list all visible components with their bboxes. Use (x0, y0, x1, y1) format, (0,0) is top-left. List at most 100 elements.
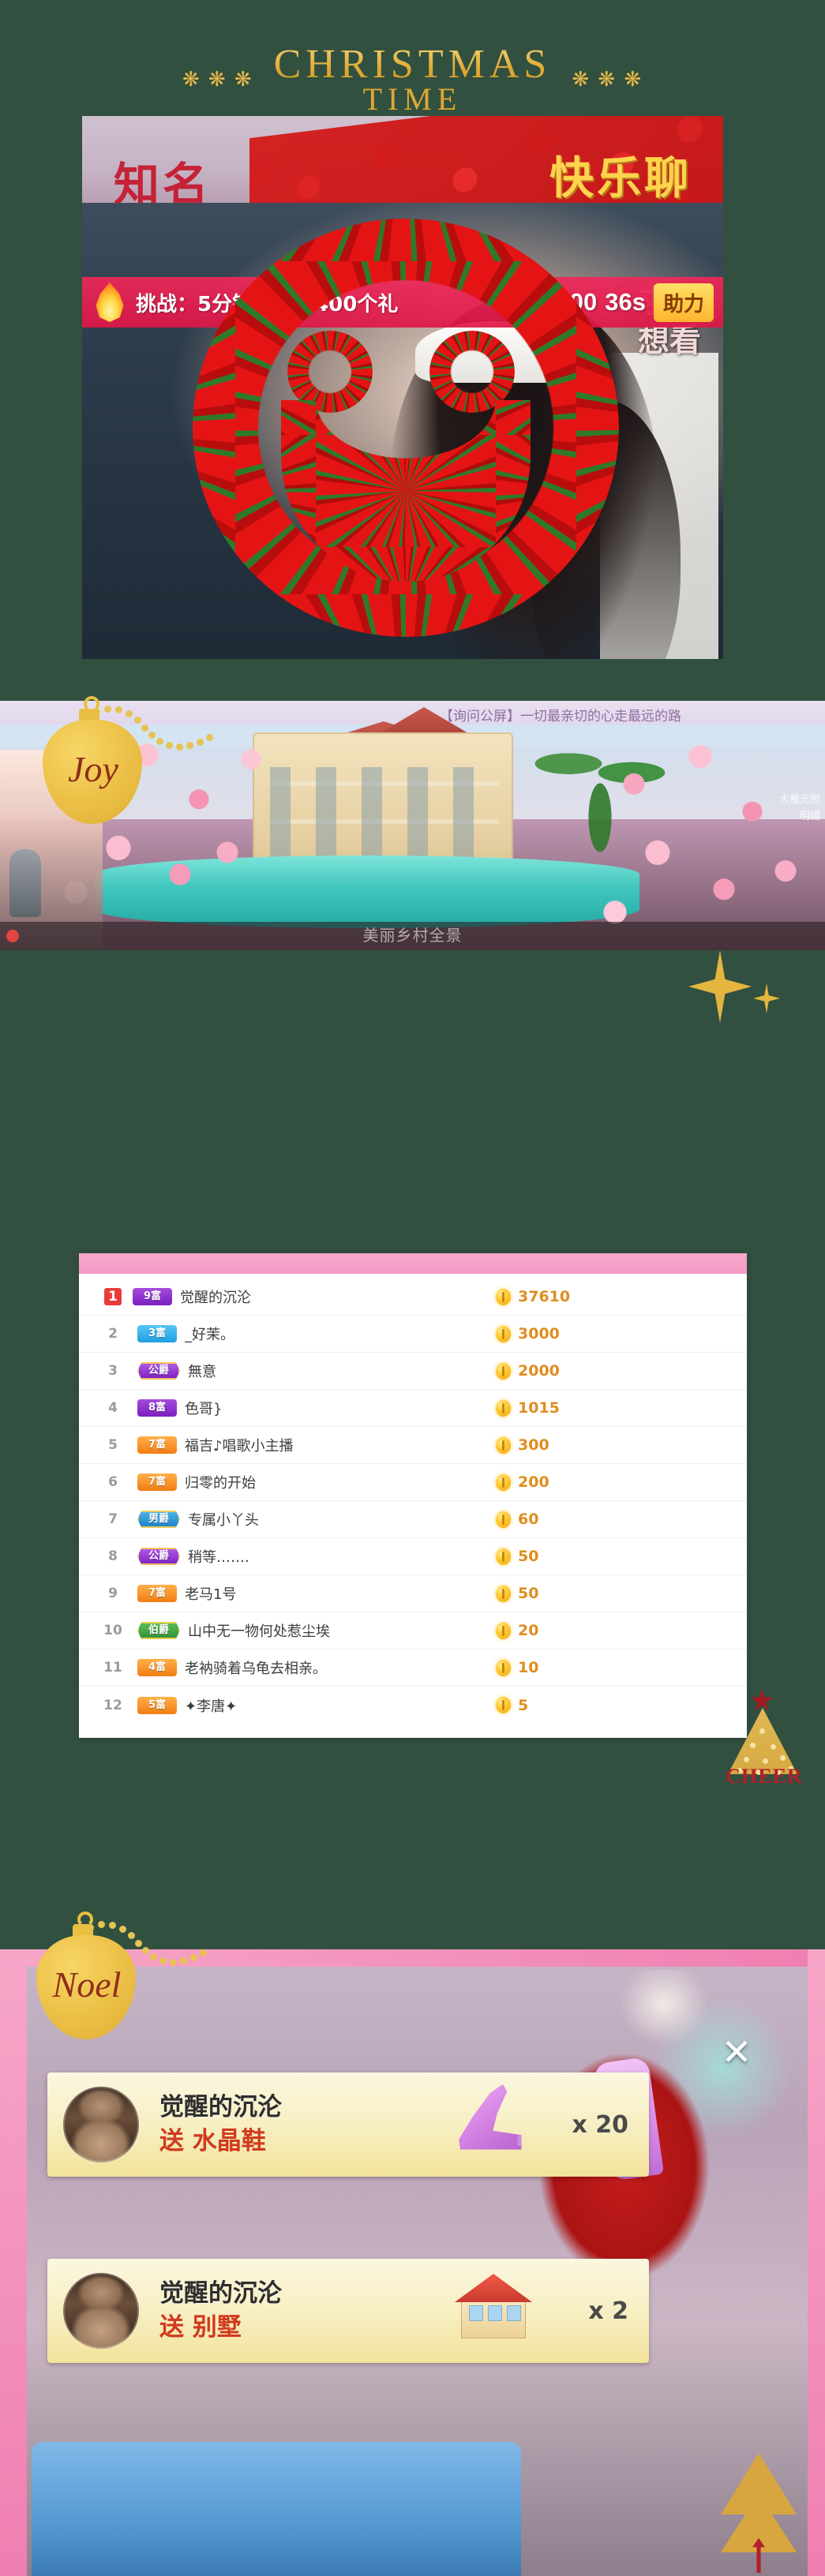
coin-icon (496, 1585, 511, 1602)
table-row[interactable]: 12 5富 ✦李唐✦ 5 (79, 1687, 747, 1724)
villa-house-shape (455, 2274, 532, 2340)
user-name[interactable]: 福吉♪唱歌小主播 (185, 1435, 496, 1455)
table-row[interactable]: 3 公爵 無意 2000 (79, 1353, 747, 1390)
cheer-label: CHEER (726, 1765, 803, 1788)
gift-notification-card[interactable]: 觉醒的沉沦送 别墅 x 2 (47, 2259, 649, 2363)
gift-ranking-panel: 1 9富 觉醒的沉沦 37610 2 3富 _好茉。 3000 3 公爵 無意 2000 4 8富 色哥} 1… (79, 1253, 747, 1738)
microphone-icon (9, 849, 41, 917)
ornament-dot (142, 1947, 149, 1954)
help-button[interactable]: 助力 (653, 283, 714, 322)
ornament-dot (156, 738, 163, 745)
tree-light (763, 1758, 768, 1764)
user-name[interactable]: 觉醒的沉沦 (180, 1286, 496, 1307)
user-name[interactable]: 無意 (188, 1361, 496, 1381)
coin-amount-cell: 50 (496, 1585, 733, 1602)
page-subtitle: TIME (362, 80, 463, 117)
pink-frame-right (808, 1949, 825, 2576)
user-name[interactable]: 归零的开始 (185, 1472, 496, 1492)
tree-light (771, 1744, 776, 1750)
coin-icon (496, 1622, 511, 1639)
stage-banner-text-gold: 快乐聊 (549, 153, 692, 204)
house-window (469, 2305, 483, 2321)
flame-icon (96, 283, 124, 322)
ornament-dot (186, 742, 193, 749)
ornament-dot (104, 706, 111, 713)
table-row[interactable]: 9 7富 老马1号 50 (79, 1575, 747, 1612)
rank-number: 10 (103, 1623, 122, 1638)
ranking-header-bar (79, 1253, 747, 1274)
blue-table-surface (32, 2442, 521, 2576)
user-name[interactable]: 稍等……. (188, 1546, 496, 1567)
gift-text-block: 觉醒的沉沦送 水晶鞋 (159, 2093, 436, 2156)
coin-amount: 3000 (518, 1325, 560, 1342)
table-row[interactable]: 5 7富 福吉♪唱歌小主播 300 (79, 1427, 747, 1464)
coin-icon (496, 1436, 511, 1454)
ornament-dot (170, 1959, 177, 1966)
coin-icon (496, 1473, 511, 1491)
user-name[interactable]: 山中无一物何处惹尘埃 (188, 1620, 496, 1641)
user-level-badge: 7富 (137, 1436, 177, 1454)
rank-number: 2 (108, 1326, 118, 1342)
coin-amount-cell: 20 (496, 1622, 733, 1639)
broadcaster-video (82, 203, 723, 659)
gift-action-text: 送 水晶鞋 (159, 2127, 266, 2155)
tree-light (780, 1755, 786, 1761)
snowflake-left-icon: ❋ ❋ ❋ (182, 67, 253, 92)
table-row[interactable]: 7 男爵 专属小丫头 60 (79, 1501, 747, 1538)
title-stack: CHRISTMAS TIME (274, 43, 552, 115)
table-row[interactable]: 11 4富 老衲骑着乌龟去相亲。 10 (79, 1649, 747, 1687)
sparkle-large-icon (688, 950, 752, 1023)
ornament-dot (141, 724, 148, 732)
user-level-badge: 3富 (137, 1325, 177, 1342)
gift-notification-card[interactable]: 觉醒的沉沦送 水晶鞋 x 20 (47, 2072, 649, 2177)
close-icon[interactable]: ✕ (718, 2034, 756, 2072)
coin-amount: 5 (518, 1696, 529, 1714)
table-row[interactable]: 6 7富 归零的开始 200 (79, 1464, 747, 1501)
user-name[interactable]: 色哥} (185, 1398, 496, 1418)
user-level-badge: 伯爵 (137, 1622, 180, 1639)
user-level-badge: 8富 (137, 1399, 177, 1417)
coin-amount-cell: 200 (496, 1473, 733, 1491)
house-window (507, 2305, 521, 2321)
rank-number: 7 (108, 1511, 118, 1527)
challenge-banner: 挑战：5分钟内收到400个礼 200/400 36s 助力 (82, 277, 723, 328)
user-name[interactable]: _好茉。 (185, 1324, 496, 1344)
side-note-2: 明媚 (799, 810, 820, 822)
coin-amount-cell: 3000 (496, 1325, 733, 1342)
user-level-badge: 4富 (137, 1659, 177, 1676)
table-row[interactable]: 4 8富 色哥} 1015 (79, 1390, 747, 1427)
user-name[interactable]: 专属小丫头 (188, 1509, 496, 1530)
user-name[interactable]: 老马1号 (185, 1583, 496, 1604)
ornament-dot (200, 1949, 207, 1956)
user-level-badge: 5富 (137, 1696, 177, 1714)
rank-number: 6 (108, 1474, 118, 1490)
table-row[interactable]: 10 伯爵 山中无一物何处惹尘埃 20 (79, 1612, 747, 1649)
rank-number: 8 (108, 1548, 118, 1564)
side-note-1: 大雁光照 (778, 794, 820, 806)
coin-icon (496, 1399, 511, 1417)
table-row[interactable]: 8 公爵 稍等……. 50 (79, 1538, 747, 1575)
ornament-dot (128, 1932, 135, 1939)
coin-amount: 1015 (518, 1399, 560, 1417)
ornament-dot (176, 743, 183, 751)
tree-light (744, 1757, 749, 1762)
coin-amount: 2000 (518, 1362, 560, 1380)
tree-light (750, 1743, 756, 1748)
coin-icon (496, 1511, 511, 1528)
ornament-dot (190, 1954, 197, 1961)
table-row[interactable]: 2 3富 _好茉。 3000 (79, 1316, 747, 1353)
user-name[interactable]: ✦李唐✦ (185, 1695, 496, 1716)
rank-number: 1 (104, 1288, 122, 1305)
user-level-badge: 9富 (133, 1288, 172, 1305)
coin-icon (496, 1288, 511, 1305)
coin-amount: 50 (518, 1548, 539, 1565)
crystal-shoe-icon (436, 2081, 554, 2168)
table-row[interactable]: 1 9富 觉醒的沉沦 37610 (79, 1279, 747, 1316)
coin-icon (496, 1325, 511, 1342)
user-name[interactable]: 老衲骑着乌龟去相亲。 (185, 1657, 496, 1678)
ornament-dot (206, 734, 213, 741)
coin-amount: 200 (518, 1473, 549, 1491)
ornament-dot (109, 1922, 116, 1929)
ornament-dot (98, 1921, 105, 1928)
ornament-dot (197, 739, 204, 746)
